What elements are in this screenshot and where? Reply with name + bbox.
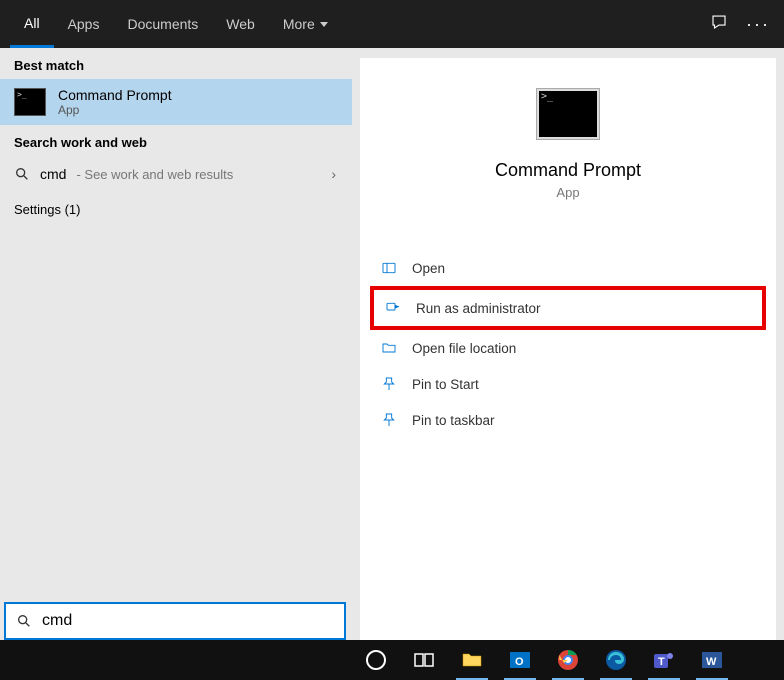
tab-documents[interactable]: Documents	[113, 0, 212, 48]
search-bar[interactable]	[4, 602, 346, 640]
search-results-main: Best match Command Prompt App Search wor…	[0, 48, 784, 640]
search-web-hint: - See work and web results	[76, 167, 233, 182]
tab-more-label: More	[283, 16, 315, 32]
preview-title: Command Prompt	[360, 160, 776, 181]
search-web-query: cmd	[40, 166, 66, 182]
taskbar: O T W	[0, 640, 784, 680]
search-icon	[14, 166, 30, 182]
action-open-location-label: Open file location	[412, 341, 516, 356]
taskbar-file-explorer[interactable]	[452, 640, 492, 680]
svg-text:W: W	[706, 656, 717, 668]
search-icon	[16, 613, 32, 629]
tab-more[interactable]: More	[269, 0, 342, 48]
best-match-header: Best match	[0, 48, 352, 79]
results-left-panel: Best match Command Prompt App Search wor…	[0, 48, 352, 640]
svg-text:T: T	[658, 656, 665, 668]
action-pin-taskbar-label: Pin to taskbar	[412, 413, 495, 428]
more-options-icon[interactable]: ···	[746, 14, 770, 35]
folder-icon	[460, 648, 484, 672]
preview-panel: Command Prompt App Open Run as administr…	[360, 58, 776, 640]
action-open-file-location[interactable]: Open file location	[370, 330, 766, 366]
search-input[interactable]	[42, 612, 334, 630]
action-open-label: Open	[412, 261, 445, 276]
tab-all[interactable]: All	[10, 0, 54, 48]
task-view-icon	[412, 648, 436, 672]
chrome-icon	[556, 648, 580, 672]
action-run-as-administrator[interactable]: Run as administrator	[370, 286, 766, 330]
feedback-icon[interactable]	[710, 13, 728, 36]
action-run-admin-label: Run as administrator	[416, 301, 541, 316]
taskbar-teams[interactable]: T	[644, 640, 684, 680]
action-open[interactable]: Open	[370, 250, 766, 286]
best-match-subtitle: App	[58, 103, 172, 117]
word-icon: W	[700, 648, 724, 672]
chevron-right-icon: ›	[331, 166, 336, 182]
outlook-icon: O	[508, 648, 532, 672]
taskbar-edge[interactable]	[596, 640, 636, 680]
command-prompt-icon	[14, 88, 46, 116]
settings-results-header[interactable]: Settings (1)	[0, 192, 352, 227]
taskbar-task-view[interactable]	[404, 640, 444, 680]
teams-icon: T	[652, 648, 676, 672]
search-work-web-header: Search work and web	[0, 125, 352, 156]
action-pin-to-start[interactable]: Pin to Start	[370, 366, 766, 402]
chevron-down-icon	[320, 22, 328, 27]
tab-apps[interactable]: Apps	[54, 0, 114, 48]
taskbar-chrome[interactable]	[548, 640, 588, 680]
best-match-title: Command Prompt	[58, 87, 172, 103]
action-pin-start-label: Pin to Start	[412, 377, 479, 392]
pin-icon	[380, 411, 398, 429]
edge-icon	[604, 648, 628, 672]
taskbar-cortana[interactable]	[356, 640, 396, 680]
search-tabs-bar: All Apps Documents Web More ···	[0, 0, 784, 48]
cortana-icon	[364, 648, 388, 672]
open-icon	[380, 259, 398, 277]
taskbar-outlook[interactable]: O	[500, 640, 540, 680]
preview-subtitle: App	[360, 185, 776, 200]
search-web-result[interactable]: cmd - See work and web results ›	[0, 156, 352, 192]
action-pin-to-taskbar[interactable]: Pin to taskbar	[370, 402, 766, 438]
svg-text:O: O	[515, 656, 524, 668]
best-match-command-prompt[interactable]: Command Prompt App	[0, 79, 352, 125]
command-prompt-icon	[536, 88, 600, 140]
folder-icon	[380, 339, 398, 357]
pin-icon	[380, 375, 398, 393]
tab-web[interactable]: Web	[212, 0, 269, 48]
taskbar-word[interactable]: W	[692, 640, 732, 680]
preview-actions: Open Run as administrator Open file loca…	[360, 250, 776, 438]
admin-shield-icon	[384, 299, 402, 317]
